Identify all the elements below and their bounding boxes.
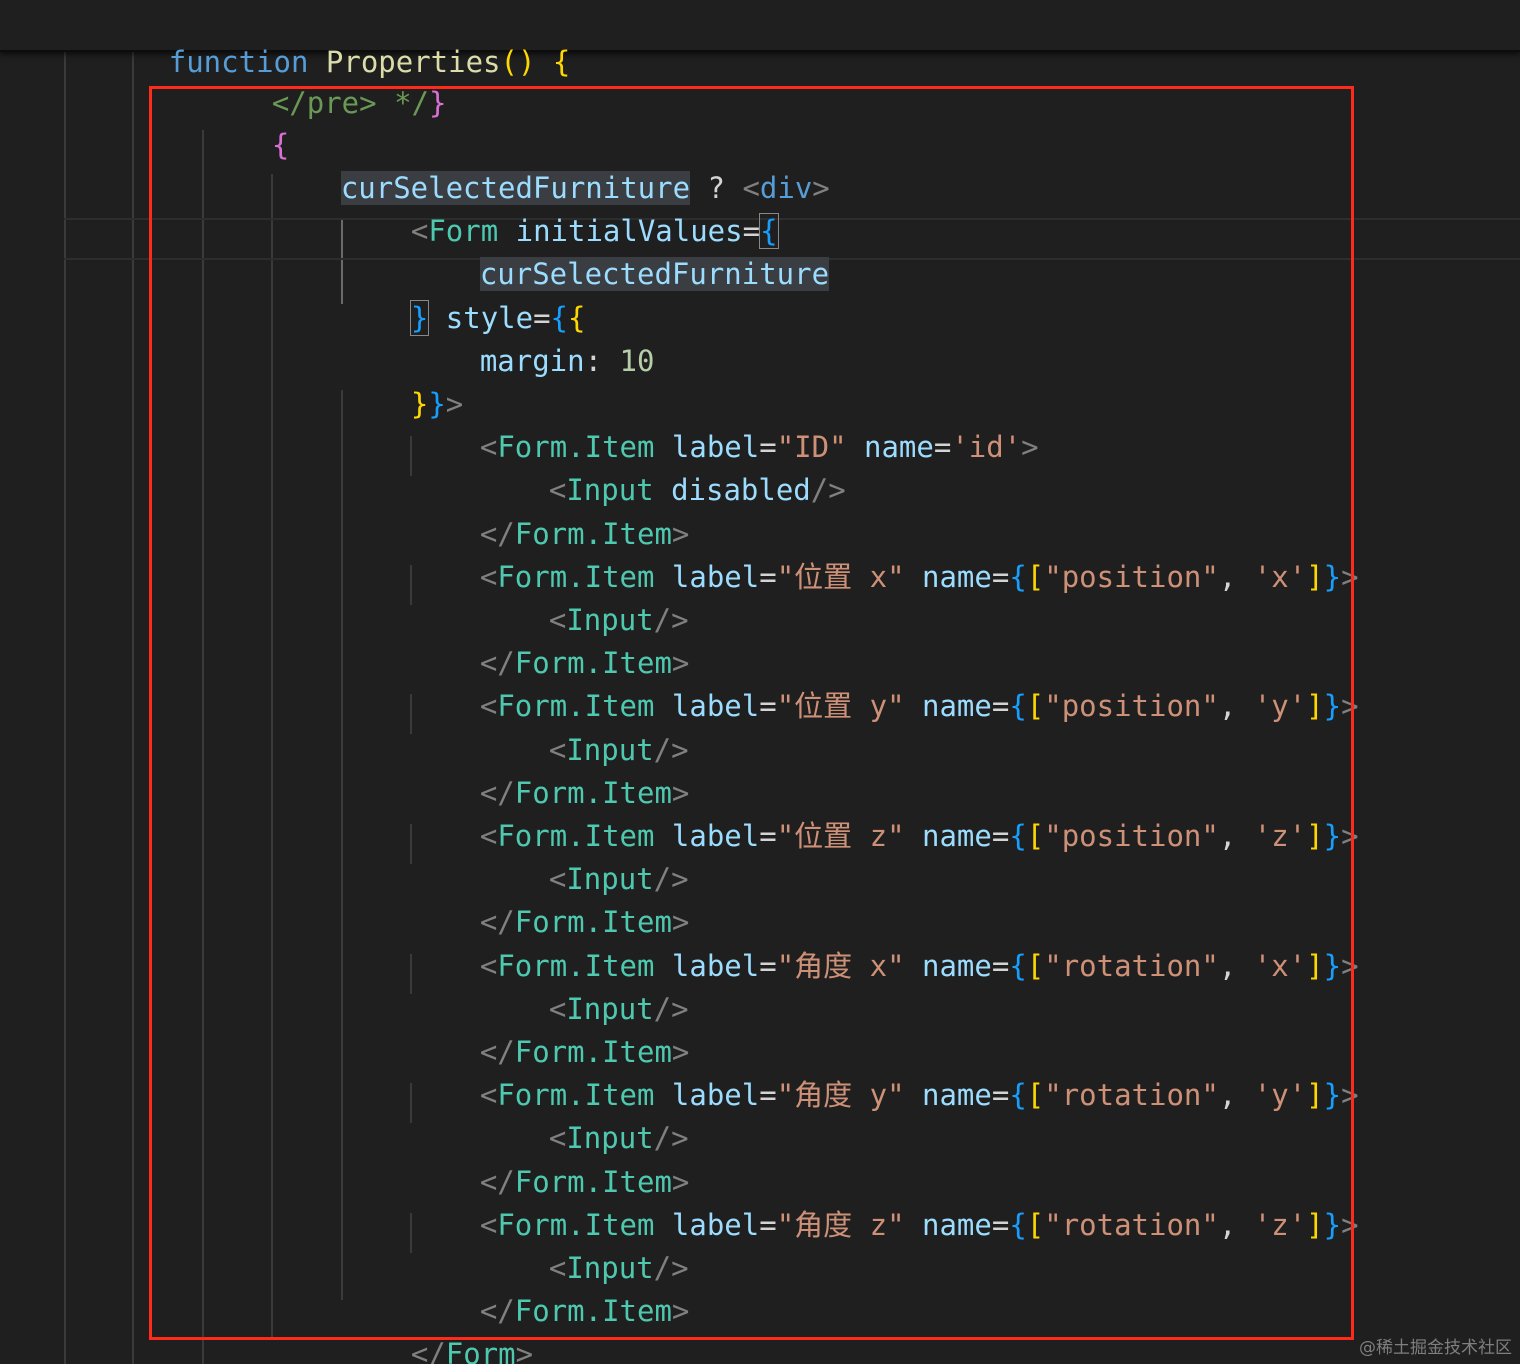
- parens: (): [500, 45, 536, 79]
- brace: {: [552, 45, 571, 79]
- watermark: @稀土掘金技术社区: [1359, 1338, 1512, 1358]
- code-line: function Properties() {: [64, 8, 571, 79]
- sticky-scroll-header[interactable]: function Properties() {: [0, 0, 1520, 79]
- red-annotation-box: [149, 86, 1354, 1340]
- function-name: Properties: [325, 45, 501, 79]
- code-line: </div> : null: [271, 1343, 568, 1364]
- keyword-function: function: [168, 45, 309, 79]
- code-editor[interactable]: function Properties() { </pre> */} { cur…: [0, 0, 1520, 1364]
